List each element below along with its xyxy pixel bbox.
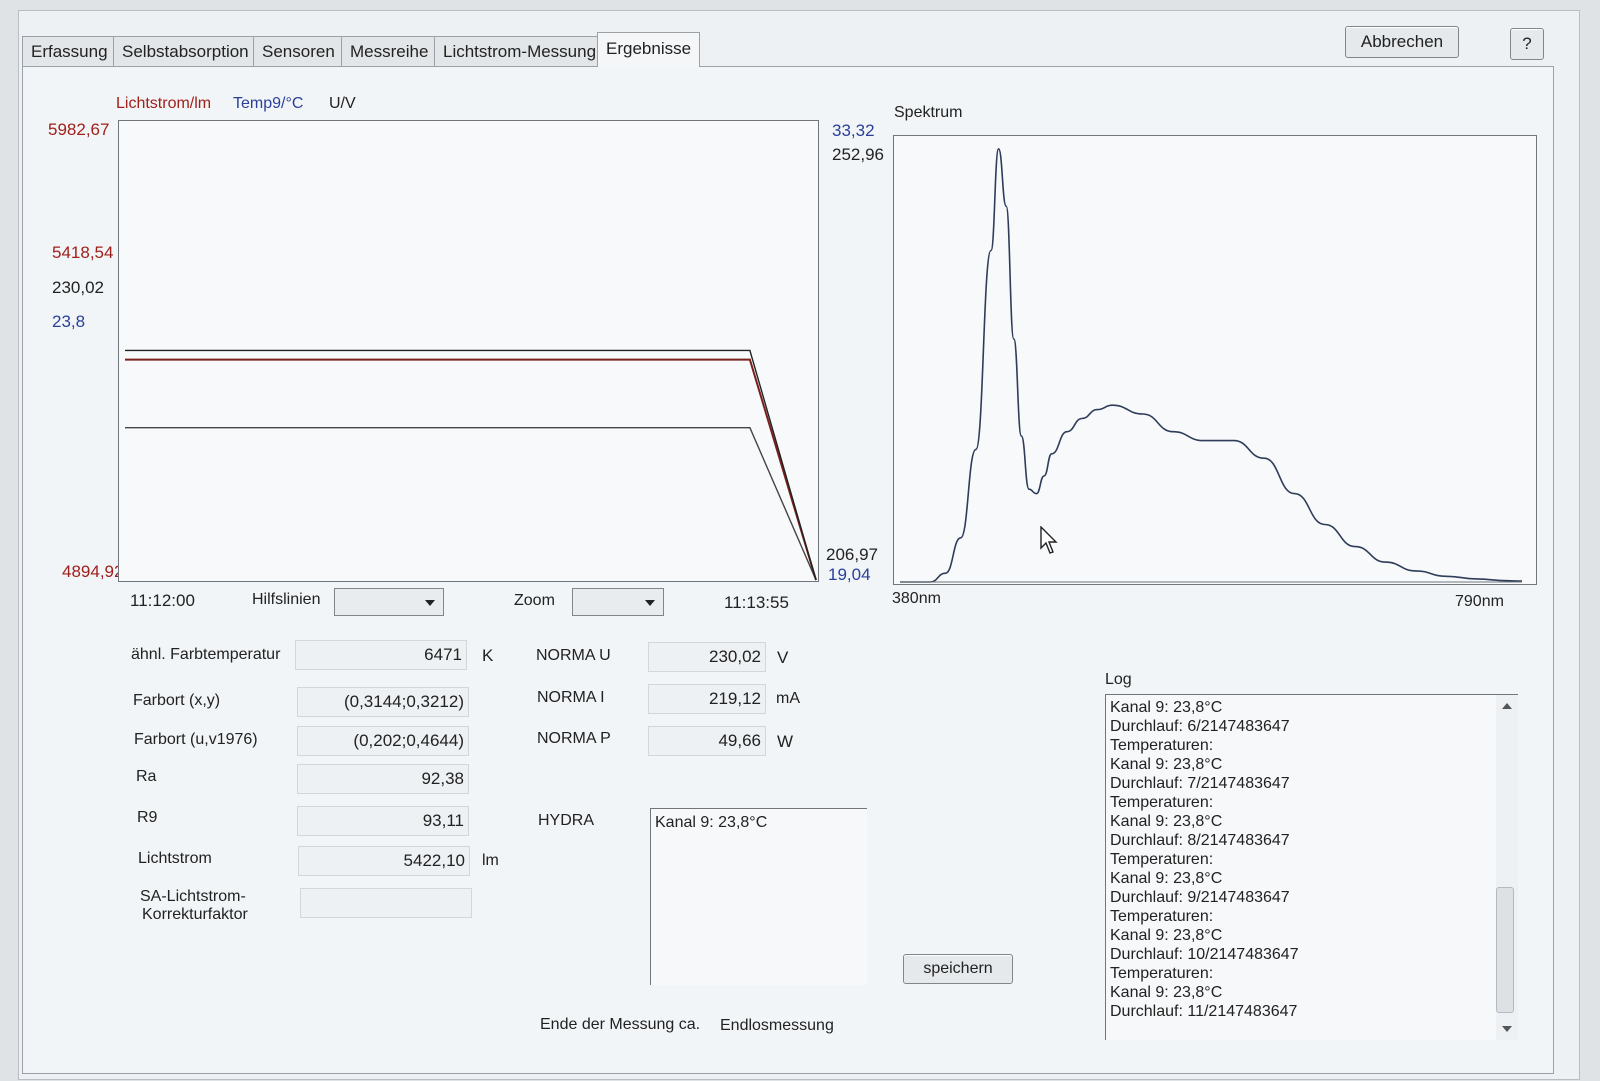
log-output[interactable]: Kanal 9: 23,8°C Durchlauf: 6/2147483647 Te… [1105, 694, 1518, 1040]
norma-i-label: NORMA I [537, 689, 605, 706]
chevron-down-icon [645, 600, 655, 606]
time-end: 11:13:55 [724, 593, 789, 612]
time-start: 11:12:00 [130, 591, 195, 610]
uv-label: Farbort (u,v1976) [134, 731, 258, 748]
end-label: Ende der Messung ca. [540, 1016, 701, 1033]
help-button[interactable]: ? [1510, 28, 1544, 60]
spectrum-x-max: 790nm [1455, 593, 1504, 610]
tab-ergebnisse[interactable]: Ergebnisse [597, 32, 701, 67]
ra-label: Ra [136, 768, 157, 785]
hydra-label: HYDRA [538, 812, 595, 829]
trend-chart-svg [125, 349, 817, 581]
axis-lumen-max: 5982,67 [48, 120, 110, 139]
log-line: Durchlauf: 9/2147483647 [1110, 889, 1290, 906]
helplines-dropdown[interactable] [334, 588, 444, 616]
tab-selbstabsorption[interactable]: Selbstabsorption [113, 36, 258, 67]
log-line: Temperaturen: [1110, 794, 1214, 811]
sa-label-line2: Korrekturfaktor [142, 906, 248, 923]
spectrum-chart [893, 135, 1537, 585]
cct-unit: K [482, 646, 494, 665]
tab-erfassung[interactable]: Erfassung [22, 36, 117, 67]
cct-field: 6471 [295, 640, 467, 670]
norma-p-label: NORMA P [537, 730, 611, 747]
trend-series-2 [125, 349, 817, 581]
log-title: Log [1105, 671, 1132, 688]
axis-volt-min: 206,97 [826, 545, 878, 564]
spectrum-series [899, 147, 1523, 583]
ra-field: 92,38 [297, 764, 469, 794]
norma-u-field: 230,02 [648, 642, 766, 672]
hydra-text: Kanal 9: 23,8°C [655, 814, 768, 831]
axis-temp-min: 19,04 [828, 565, 871, 584]
log-line: Kanal 9: 23,8°C [1110, 984, 1223, 1001]
end-value: Endlosmessung [720, 1017, 834, 1034]
norma-p-unit: W [777, 732, 794, 751]
tab-messreihe[interactable]: Messreihe [341, 36, 438, 67]
norma-i-unit: mA [776, 690, 800, 707]
flux-field: 5422,10 [298, 846, 470, 876]
uv-field: (0,202;0,4644) [297, 726, 469, 756]
log-line: Durchlauf: 7/2147483647 [1110, 775, 1290, 792]
legend-volt: U/V [329, 95, 356, 112]
tab-sensoren[interactable]: Sensoren [253, 36, 344, 67]
axis-lumen-mid: 5418,54 [52, 243, 114, 262]
scroll-down-icon[interactable] [1502, 1026, 1512, 1032]
log-line: Kanal 9: 23,8°C [1110, 813, 1223, 830]
norma-p-field: 49,66 [648, 726, 766, 756]
save-button[interactable]: speichern [903, 954, 1013, 984]
trend-series-1 [125, 427, 817, 581]
spectrum-x-min: 380nm [892, 590, 941, 607]
log-line: Kanal 9: 23,8°C [1110, 927, 1223, 944]
chevron-down-icon [425, 600, 435, 606]
norma-i-field: 219,12 [648, 684, 766, 714]
log-line: Durchlauf: 6/2147483647 [1110, 718, 1290, 735]
norma-u-unit: V [777, 648, 789, 667]
scroll-up-icon[interactable] [1502, 703, 1512, 709]
log-line: Kanal 9: 23,8°C [1110, 870, 1223, 887]
legend-temp: Temp9/°C [233, 95, 304, 112]
log-line: Kanal 9: 23,8°C [1110, 756, 1223, 773]
log-line: Temperaturen: [1110, 965, 1214, 982]
cancel-button[interactable]: Abbrechen [1345, 26, 1459, 58]
log-line: Durchlauf: 10/2147483647 [1110, 946, 1299, 963]
axis-volt-max: 252,96 [832, 145, 884, 164]
axis-temp-max: 33,32 [832, 121, 875, 140]
legend-lumen: Lichtstrom/lm [116, 95, 212, 112]
log-line: Durchlauf: 8/2147483647 [1110, 832, 1290, 849]
axis-temp-mid: 23,8 [52, 312, 86, 331]
helplines-label: Hilfslinien [252, 591, 321, 608]
r9-label: R9 [137, 809, 158, 826]
sa-label-line1: SA-Lichtstrom- [140, 888, 246, 905]
log-line: Kanal 9: 23,8°C [1110, 699, 1223, 716]
log-lines: Kanal 9: 23,8°C Durchlauf: 6/2147483647 Te… [1106, 695, 1518, 1021]
norma-u-label: NORMA U [536, 647, 611, 664]
flux-unit: lm [482, 852, 499, 869]
log-line: Temperaturen: [1110, 737, 1214, 754]
xy-field: (0,3144;0,3212) [297, 687, 469, 717]
xy-label: Farbort (x,y) [133, 692, 221, 709]
log-line: Temperaturen: [1110, 851, 1214, 868]
trend-chart [118, 120, 819, 582]
scroll-thumb[interactable] [1496, 887, 1514, 1013]
spectrum-chart-svg [899, 147, 1523, 583]
zoom-label: Zoom [514, 592, 555, 609]
tab-lichtstrom-messung[interactable]: Lichtstrom-Messung [434, 36, 606, 67]
r9-field: 93,11 [297, 806, 469, 836]
hydra-output[interactable]: Kanal 9: 23,8°C [650, 808, 867, 985]
log-scrollbar[interactable] [1496, 695, 1518, 1040]
spectrum-title: Spektrum [894, 104, 963, 121]
log-line: Durchlauf: 11/2147483647 [1110, 1003, 1298, 1020]
axis-lumen-min: 4894,92 [62, 562, 124, 581]
cct-label: ähnl. Farbtemperatur [131, 646, 281, 663]
flux-label: Lichtstrom [138, 850, 212, 867]
axis-volt-mid: 230,02 [52, 278, 104, 297]
log-line: Temperaturen: [1110, 908, 1214, 925]
mouse-cursor-icon [1040, 526, 1058, 554]
trend-series-0 [125, 358, 817, 581]
zoom-dropdown[interactable] [572, 588, 664, 616]
sa-field [300, 888, 472, 918]
